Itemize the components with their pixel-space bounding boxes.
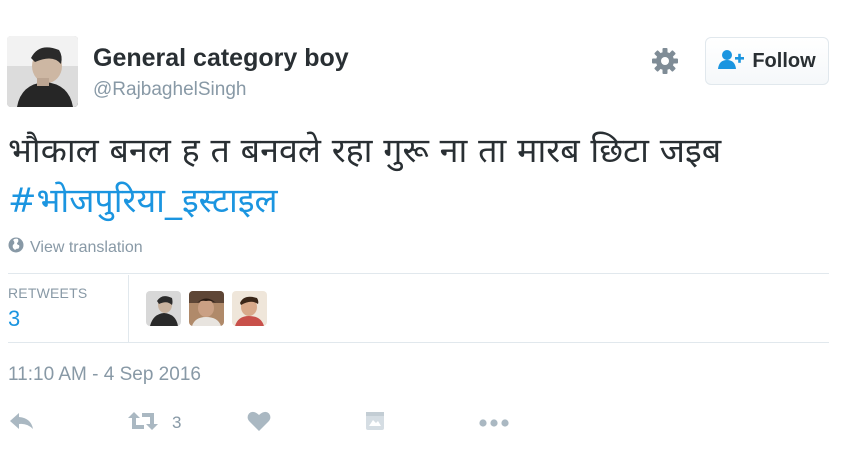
avatar[interactable]: [7, 36, 78, 107]
user-fullname[interactable]: General category boy: [93, 44, 349, 73]
retweet-count: 3: [172, 413, 182, 432]
heart-icon: [247, 410, 271, 437]
retweeter-avatar[interactable]: [232, 291, 267, 326]
stats-separator: [128, 275, 129, 342]
moment-icon: [365, 411, 385, 436]
user-handle[interactable]: @RajbaghelSingh: [93, 79, 246, 101]
retweet-icon: [128, 411, 158, 436]
tweet-text: भौकाल बनल ह त बनवले रहा गुरू ना ता मारब …: [8, 126, 838, 226]
gear-icon[interactable]: [650, 46, 680, 76]
retweeter-avatar[interactable]: [189, 291, 224, 326]
divider: [8, 342, 829, 343]
more-button[interactable]: [479, 410, 509, 436]
add-user-icon: [718, 49, 745, 74]
retweets-count[interactable]: 3: [8, 306, 20, 332]
follow-button-label: Follow: [752, 49, 816, 72]
tweet-timestamp[interactable]: 11:10 AM - 4 Sep 2016: [8, 364, 201, 386]
retweet-button[interactable]: 3: [128, 410, 181, 436]
avatar-photo: [7, 36, 78, 107]
view-translation-label: View translation: [30, 238, 143, 256]
tweet-body: भौकाल बनल ह त बनवले रहा गुरू ना ता मारब …: [8, 131, 722, 171]
view-translation-link[interactable]: View translation: [8, 237, 143, 258]
retweets-label: RETWEETS: [8, 285, 88, 301]
retweeter-avatar[interactable]: [146, 291, 181, 326]
reply-button[interactable]: [9, 410, 35, 436]
tweet-card: General category boy @RajbaghelSingh Fol…: [0, 0, 850, 471]
moment-button[interactable]: [365, 410, 385, 436]
hashtag-link[interactable]: #भोजपुरिया_इस्टाइल: [8, 181, 278, 221]
like-button[interactable]: [247, 410, 271, 436]
more-icon: [479, 414, 509, 432]
globe-icon: [8, 237, 24, 258]
follow-button[interactable]: Follow: [705, 37, 829, 85]
divider: [8, 273, 829, 274]
reply-icon: [9, 411, 35, 436]
